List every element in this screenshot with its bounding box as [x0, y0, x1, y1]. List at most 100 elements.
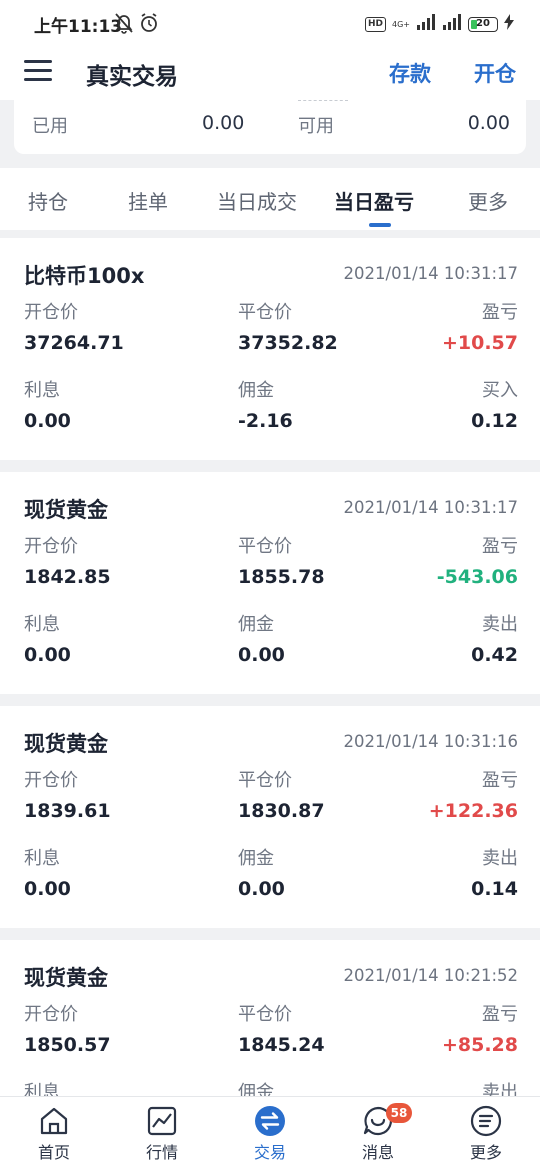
tab-positions[interactable]: 持仓 [28, 186, 68, 215]
trade-symbol: 现货黄金 [24, 966, 108, 990]
open-price-label: 开仓价 [24, 770, 78, 791]
menu-icon-line [24, 60, 52, 63]
available-margin-label: 可用 [298, 116, 334, 137]
used-margin-value: 0.00 [202, 112, 245, 134]
tab-bar: 持仓 挂单 当日成交 当日盈亏 更多 [0, 168, 540, 230]
chart-icon [146, 1105, 178, 1137]
interest-value: 0.00 [24, 878, 71, 900]
open-price-value: 1839.61 [24, 800, 111, 822]
battery-level: 20 [476, 17, 490, 29]
volume-value: 0.14 [471, 878, 518, 900]
pnl-label: 盈亏 [482, 1004, 518, 1025]
close-price-value: 1830.87 [238, 800, 325, 822]
direction-label: 卖出 [482, 848, 518, 869]
trade-time: 2021/01/14 10:21:52 [343, 966, 518, 985]
interest-label: 利息 [24, 380, 60, 401]
charging-icon [504, 14, 514, 34]
close-price-label: 平仓价 [238, 536, 292, 557]
nav-label: 更多 [469, 1143, 502, 1162]
trade-time: 2021/01/14 10:31:17 [343, 264, 518, 283]
close-price-label: 平仓价 [238, 302, 292, 323]
close-price-value: 1855.78 [238, 566, 325, 588]
menu-button[interactable] [24, 58, 52, 84]
active-tab-indicator [369, 223, 391, 227]
volume-value: 0.12 [471, 410, 518, 432]
page-title: 真实交易 [86, 64, 178, 90]
nav-messages[interactable]: 58 消息 [324, 1097, 432, 1171]
nav-label: 消息 [361, 1143, 394, 1162]
interest-value: 0.00 [24, 410, 71, 432]
nav-more[interactable]: 更多 [432, 1097, 540, 1171]
trade-symbol: 现货黄金 [24, 498, 108, 522]
open-position-button[interactable]: 开仓 [474, 58, 516, 88]
commission-value: -2.16 [238, 410, 293, 432]
commission-value: 0.00 [238, 644, 285, 666]
tab-today-pnl[interactable]: 当日盈亏 [334, 186, 414, 215]
home-icon [38, 1105, 70, 1137]
interest-label: 利息 [24, 614, 60, 635]
status-time: 上午11:13 [34, 17, 123, 37]
direction-label: 卖出 [482, 614, 518, 635]
nav-label: 交易 [253, 1143, 286, 1162]
tab-today-deals[interactable]: 当日成交 [217, 186, 297, 215]
trade-card[interactable]: 比特币100x 2021/01/14 10:31:17 开仓价 平仓价 盈亏 3… [0, 238, 540, 460]
interest-label: 利息 [24, 848, 60, 869]
trade-symbol: 比特币100x [24, 264, 145, 288]
exchange-icon [254, 1105, 286, 1137]
nav-home[interactable]: 首页 [0, 1097, 108, 1171]
nav-label: 首页 [37, 1143, 70, 1162]
signal-icon [416, 14, 436, 34]
pnl-value: -543.06 [436, 566, 518, 588]
interest-value: 0.00 [24, 644, 71, 666]
menu-icon-line [24, 69, 52, 72]
deposit-button[interactable]: 存款 [389, 58, 431, 88]
pnl-value: +10.57 [441, 332, 518, 354]
menu-icon-line [24, 78, 52, 81]
commission-value: 0.00 [238, 878, 285, 900]
pnl-value: +122.36 [428, 800, 518, 822]
volume-value: 0.42 [471, 644, 518, 666]
pnl-label: 盈亏 [482, 770, 518, 791]
network-type: 4G+ [392, 19, 410, 29]
commission-label: 佣金 [238, 614, 274, 635]
available-margin-value: 0.00 [467, 112, 510, 134]
trade-card[interactable]: 现货黄金 2021/01/14 10:31:17 开仓价 平仓价 盈亏 1842… [0, 472, 540, 694]
trade-symbol: 现货黄金 [24, 732, 108, 756]
direction-label: 买入 [482, 380, 518, 401]
trade-card[interactable]: 现货黄金 2021/01/14 10:31:16 开仓价 平仓价 盈亏 1839… [0, 706, 540, 928]
open-price-label: 开仓价 [24, 1004, 78, 1025]
open-price-label: 开仓价 [24, 302, 78, 323]
divider [298, 100, 348, 103]
pnl-value: +85.28 [441, 1034, 518, 1056]
nav-trade[interactable]: 交易 [216, 1097, 324, 1171]
open-price-value: 1842.85 [24, 566, 111, 588]
alarm-clock-icon [139, 12, 159, 38]
open-price-value: 37264.71 [24, 332, 124, 354]
used-margin-label: 已用 [32, 116, 68, 137]
tab-pending-orders[interactable]: 挂单 [128, 186, 168, 215]
trade-time: 2021/01/14 10:31:16 [343, 732, 518, 751]
tab-more[interactable]: 更多 [468, 186, 508, 215]
account-summary: 已用 0.00 可用 0.00 [0, 100, 540, 168]
pnl-label: 盈亏 [482, 302, 518, 323]
commission-label: 佣金 [238, 848, 274, 869]
nav-market[interactable]: 行情 [108, 1097, 216, 1171]
unread-badge: 58 [386, 1103, 412, 1123]
battery-icon: 20 [468, 16, 498, 32]
open-price-label: 开仓价 [24, 536, 78, 557]
close-price-value: 1845.24 [238, 1034, 325, 1056]
signal-icon-2 [442, 14, 462, 34]
commission-label: 佣金 [238, 380, 274, 401]
status-indicators: HD 4G+ 20 [364, 14, 514, 34]
more-icon [470, 1105, 502, 1137]
nav-label: 行情 [145, 1143, 178, 1162]
close-price-value: 37352.82 [238, 332, 338, 354]
close-price-label: 平仓价 [238, 770, 292, 791]
notifications-muted-icon [114, 12, 134, 38]
close-price-label: 平仓价 [238, 1004, 292, 1025]
status-bar: 上午11:13 HD 4G+ 20 [0, 0, 540, 48]
trade-time: 2021/01/14 10:31:17 [343, 498, 518, 517]
bottom-navigation: 首页 行情 交易 58 消息 更多 [0, 1096, 540, 1171]
pnl-label: 盈亏 [482, 536, 518, 557]
app-header: 真实交易 存款 开仓 [0, 48, 540, 100]
